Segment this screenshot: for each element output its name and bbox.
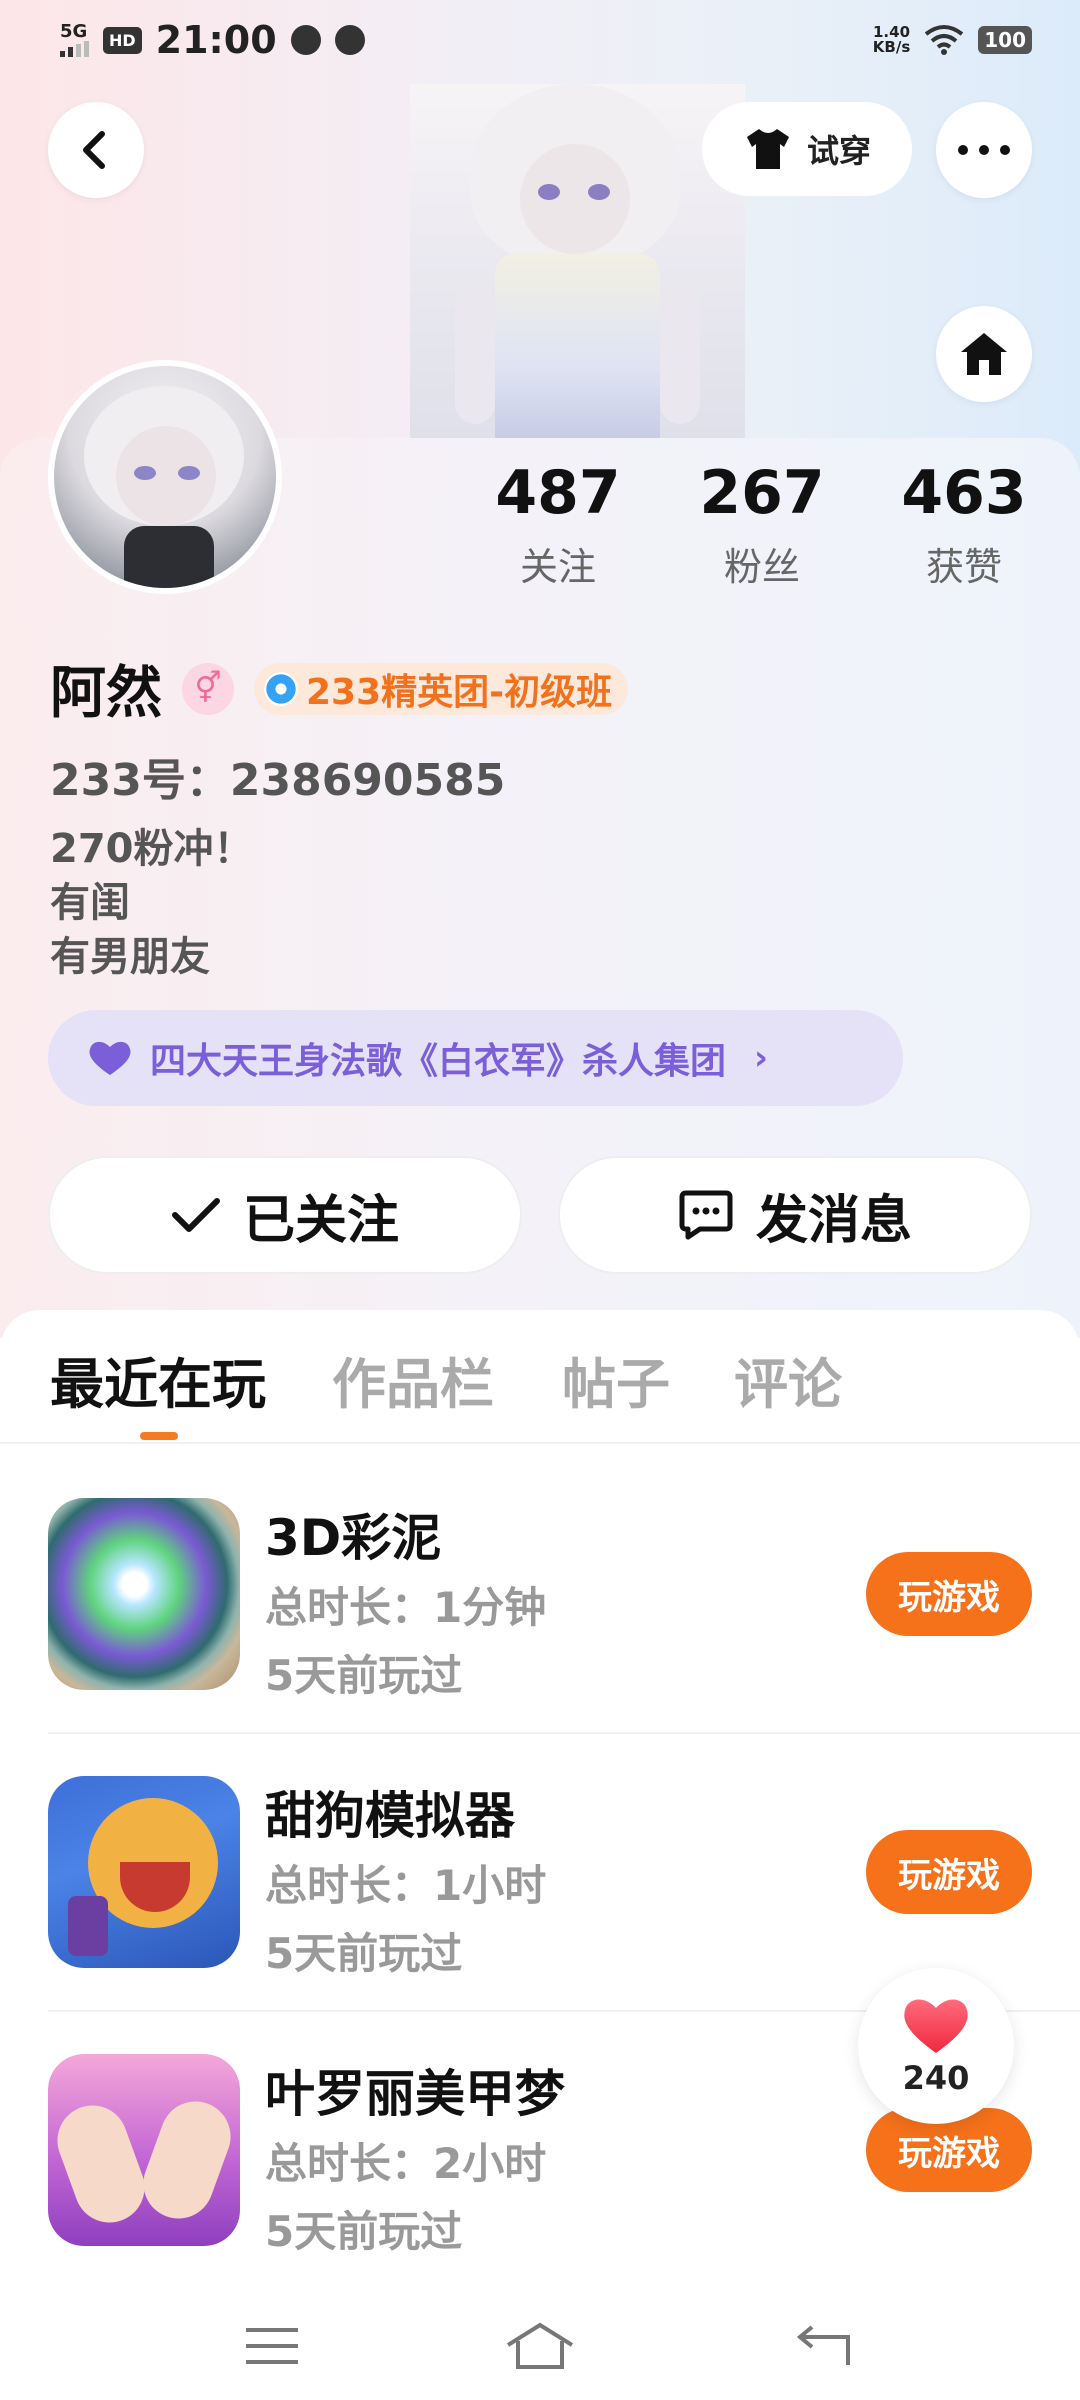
group-link[interactable]: 四大天王身法歌《白衣军》杀人集团 ›: [48, 1010, 903, 1106]
heart-icon: [904, 1999, 968, 2053]
chevron-right-icon: ›: [754, 1038, 769, 1078]
stat-likes-label: 获赞: [925, 545, 1002, 589]
shirt-icon: [746, 129, 789, 169]
game-icon-3d-clay: [48, 1498, 240, 1690]
bio-line: 有男朋友: [50, 934, 210, 980]
stat-likes[interactable]: 463 获赞: [884, 458, 1044, 591]
stat-fans-value: 267: [699, 458, 825, 528]
battery-indicator: 100: [978, 26, 1032, 54]
check-icon: [171, 1198, 220, 1232]
game-last-played: 5天前玩过: [265, 1929, 463, 1978]
game-title: 叶罗丽美甲梦: [265, 2065, 565, 2123]
follow-label: 已关注: [242, 1190, 399, 1251]
message-label: 发消息: [755, 1190, 912, 1251]
system-back-button[interactable]: [786, 2316, 858, 2376]
back-button[interactable]: [48, 102, 144, 198]
tab-works[interactable]: 作品栏: [332, 1340, 494, 1419]
game-title: 甜狗模拟器: [265, 1787, 515, 1845]
bio-line: 有闺: [50, 880, 130, 926]
like-count: 240: [902, 2059, 970, 2097]
stat-following[interactable]: 487 关注: [478, 458, 638, 591]
more-dots-icon: [958, 145, 1010, 155]
bio-line: 270粉冲！: [50, 826, 254, 872]
network-type: 5G: [60, 21, 88, 42]
like-button[interactable]: 240: [858, 1968, 1014, 2124]
stat-following-value: 487: [495, 458, 621, 528]
game-duration: 总时长：2小时: [265, 2139, 547, 2188]
app-notification-icon: [334, 25, 365, 55]
message-button[interactable]: 发消息: [558, 1156, 1032, 1274]
play-game-button[interactable]: 玩游戏: [866, 1830, 1032, 1914]
character-figure: [410, 84, 745, 440]
game-icon-nail-dream: [48, 2054, 240, 2246]
status-time: 21:00: [155, 18, 277, 62]
bio: 270粉冲！ 有闺 有男朋友: [50, 822, 254, 984]
rank-label: 233精英团-初级班: [306, 671, 613, 713]
game-duration: 总时长：1小时: [265, 1861, 547, 1910]
game-last-played: 5天前玩过: [265, 2207, 463, 2256]
back-arrow-icon: [83, 131, 105, 169]
game-duration: 总时长：1分钟: [265, 1583, 547, 1632]
divider: [0, 1442, 1080, 1444]
chat-bubble-icon: [679, 1190, 733, 1240]
group-label: 四大天王身法歌《白衣军》杀人集团: [150, 1041, 727, 1082]
notification-icon: [290, 25, 321, 55]
follow-button[interactable]: 已关注: [48, 1156, 522, 1274]
stat-following-label: 关注: [519, 545, 596, 589]
home-icon: [961, 333, 1007, 375]
profile-name: 阿然: [50, 661, 162, 726]
user-id: 233号：238690585: [50, 755, 506, 806]
tab-comments[interactable]: 评论: [734, 1340, 842, 1419]
status-bar: 5G HD 21:00 1.40 KB/s 100: [0, 0, 1080, 80]
home-outline-icon: [506, 2322, 574, 2369]
play-game-button[interactable]: 玩游戏: [866, 1552, 1032, 1636]
more-button[interactable]: [936, 102, 1032, 198]
tab-recent[interactable]: 最近在玩: [50, 1340, 266, 1419]
stat-likes-value: 463: [901, 458, 1027, 528]
stat-fans-label: 粉丝: [723, 545, 800, 589]
menu-icon: [246, 2328, 298, 2364]
heart-icon: [89, 1041, 131, 1075]
try-on-label: 试穿: [806, 132, 871, 170]
game-title: 3D彩泥: [265, 1509, 442, 1567]
stat-fans[interactable]: 267 粉丝: [682, 458, 842, 591]
gender-icon: ⚥: [182, 662, 234, 715]
tab-posts[interactable]: 帖子: [562, 1340, 670, 1419]
system-home-button[interactable]: [504, 2316, 576, 2376]
menu-button[interactable]: [236, 2316, 308, 2376]
hd-badge: HD: [103, 26, 142, 54]
rank-badge[interactable]: 233精英团-初级班: [254, 662, 629, 715]
speed-unit: KB/s: [872, 38, 911, 56]
back-return-icon: [796, 2325, 850, 2365]
wifi-icon: [925, 25, 964, 55]
active-tab-indicator: [140, 1432, 178, 1440]
cellular-signal-icon: 5G: [60, 23, 89, 57]
game-last-played: 5天前玩过: [265, 1651, 463, 1700]
rank-medal-icon: [264, 671, 298, 706]
game-item-3d-clay[interactable]: 3D彩泥 总时长：1分钟 5天前玩过 玩游戏: [0, 1498, 1080, 1776]
name-row: 阿然 ⚥ 233精英团-初级班: [50, 648, 629, 729]
avatar[interactable]: [48, 360, 282, 594]
network-speed: 1.40 KB/s: [873, 25, 910, 55]
home-button[interactable]: [936, 306, 1032, 402]
divider: [48, 1732, 1080, 1734]
try-on-button[interactable]: 试穿: [702, 102, 912, 196]
system-navigation-bar: [0, 2280, 1080, 2400]
game-icon-sweet-dog: [48, 1776, 240, 1968]
